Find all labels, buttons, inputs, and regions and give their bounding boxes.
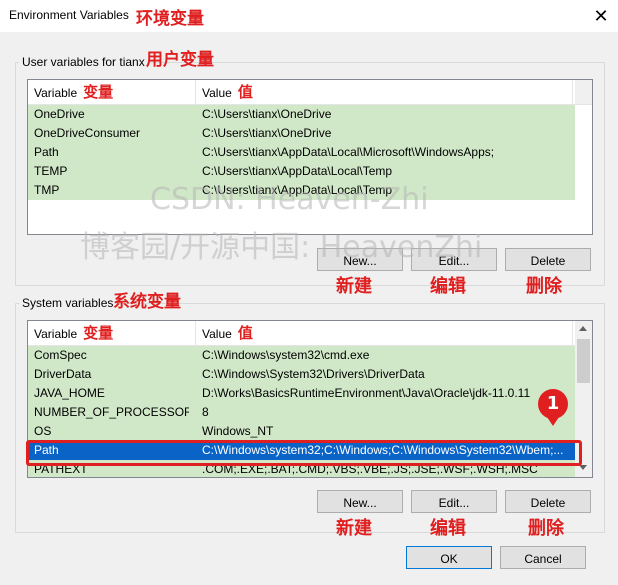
system-new-button[interactable]: New... — [317, 490, 403, 513]
column-header-value[interactable]: Value 值 — [196, 321, 573, 345]
value-annotation: 值 — [237, 324, 253, 342]
variable-annotation: 变量 — [83, 324, 114, 342]
variable-cell: JAVA_HOME — [34, 386, 105, 400]
user-variables-annotation: 用户变量 — [146, 50, 214, 70]
ok-button[interactable]: OK — [406, 546, 492, 569]
variable-cell: NUMBER_OF_PROCESSORS — [34, 405, 189, 419]
value-cell: C:\Users\tianx\OneDrive — [202, 107, 332, 121]
variable-cell: OneDrive — [34, 107, 85, 121]
system-variables-label: System variables — [19, 296, 117, 310]
scroll-up-icon[interactable] — [579, 326, 587, 331]
table-row[interactable]: OS Windows_NT — [28, 422, 575, 441]
system-delete-annotation: 删除 — [528, 518, 564, 539]
table-row[interactable]: OneDriveConsumer C:\Users\tianx\OneDrive — [28, 124, 575, 143]
user-delete-annotation: 删除 — [526, 276, 562, 297]
scroll-thumb[interactable] — [577, 339, 590, 383]
value-cell: D:\Works\BasicsRuntimeEnvironment\Java\O… — [202, 386, 531, 400]
value-cell: C:\Users\tianx\AppData\Local\Microsoft\W… — [202, 145, 495, 159]
column-header-variable[interactable]: Variable 变量 — [28, 80, 196, 104]
column-header-variable[interactable]: Variable 变量 — [28, 321, 196, 345]
table-row[interactable]: ComSpec C:\Windows\system32\cmd.exe — [28, 346, 575, 365]
variable-cell: OneDriveConsumer — [34, 126, 141, 140]
window-title: Environment Variables — [9, 8, 129, 22]
value-cell: C:\Users\tianx\AppData\Local\Temp — [202, 164, 393, 178]
highlight-box — [26, 440, 582, 466]
close-icon[interactable]: ✕ — [590, 5, 612, 27]
user-new-annotation: 新建 — [336, 276, 372, 297]
system-edit-annotation: 编辑 — [430, 518, 466, 539]
variable-cell: ComSpec — [34, 348, 87, 362]
value-annotation: 值 — [237, 83, 253, 101]
table-row[interactable]: OneDrive C:\Users\tianx\OneDrive — [28, 105, 575, 124]
table-row[interactable]: DriverData C:\Windows\System32\Drivers\Dr… — [28, 365, 575, 384]
value-cell: Windows_NT — [202, 424, 274, 438]
cancel-button[interactable]: Cancel — [500, 546, 586, 569]
title-annotation: 环境变量 — [136, 9, 204, 29]
system-delete-button[interactable]: Delete — [505, 490, 591, 513]
list-header: Variable 变量 Value 值 — [28, 80, 592, 105]
list-header: Variable 变量 Value 值 — [28, 321, 592, 346]
table-row[interactable]: Path C:\Users\tianx\AppData\Local\Microso… — [28, 143, 575, 162]
table-row[interactable]: JAVA_HOME D:\Works\BasicsRuntimeEnvironme… — [28, 384, 575, 403]
system-variables-annotation: 系统变量 — [113, 292, 181, 312]
user-delete-button[interactable]: Delete — [505, 248, 591, 271]
variable-cell: DriverData — [34, 367, 92, 381]
user-variables-label: User variables for tianx — [19, 55, 148, 69]
header-filler — [575, 80, 592, 104]
callout-pointer — [547, 417, 559, 426]
value-cell: C:\Windows\system32\cmd.exe — [202, 348, 370, 362]
variable-cell: TEMP — [34, 164, 68, 178]
variable-annotation: 变量 — [83, 83, 114, 101]
table-row[interactable]: NUMBER_OF_PROCESSORS 8 — [28, 403, 575, 422]
table-row[interactable]: TEMP C:\Users\tianx\AppData\Local\Temp — [28, 162, 575, 181]
callout-badge: 1 — [538, 389, 568, 419]
column-header-value[interactable]: Value 值 — [196, 80, 573, 104]
variable-cell: Path — [34, 145, 59, 159]
variable-cell: OS — [34, 424, 52, 438]
value-cell: C:\Users\tianx\OneDrive — [202, 126, 332, 140]
system-edit-button[interactable]: Edit... — [411, 490, 497, 513]
value-cell: C:\Windows\System32\Drivers\DriverData — [202, 367, 425, 381]
user-edit-annotation: 编辑 — [430, 276, 466, 297]
system-new-annotation: 新建 — [336, 518, 372, 539]
watermark-line-2: 博客园/开源中国: HeavenZhi — [80, 230, 483, 265]
watermark-line-1: CSDN: Heaven-Zhi — [150, 182, 429, 217]
value-cell: 8 — [202, 405, 209, 419]
